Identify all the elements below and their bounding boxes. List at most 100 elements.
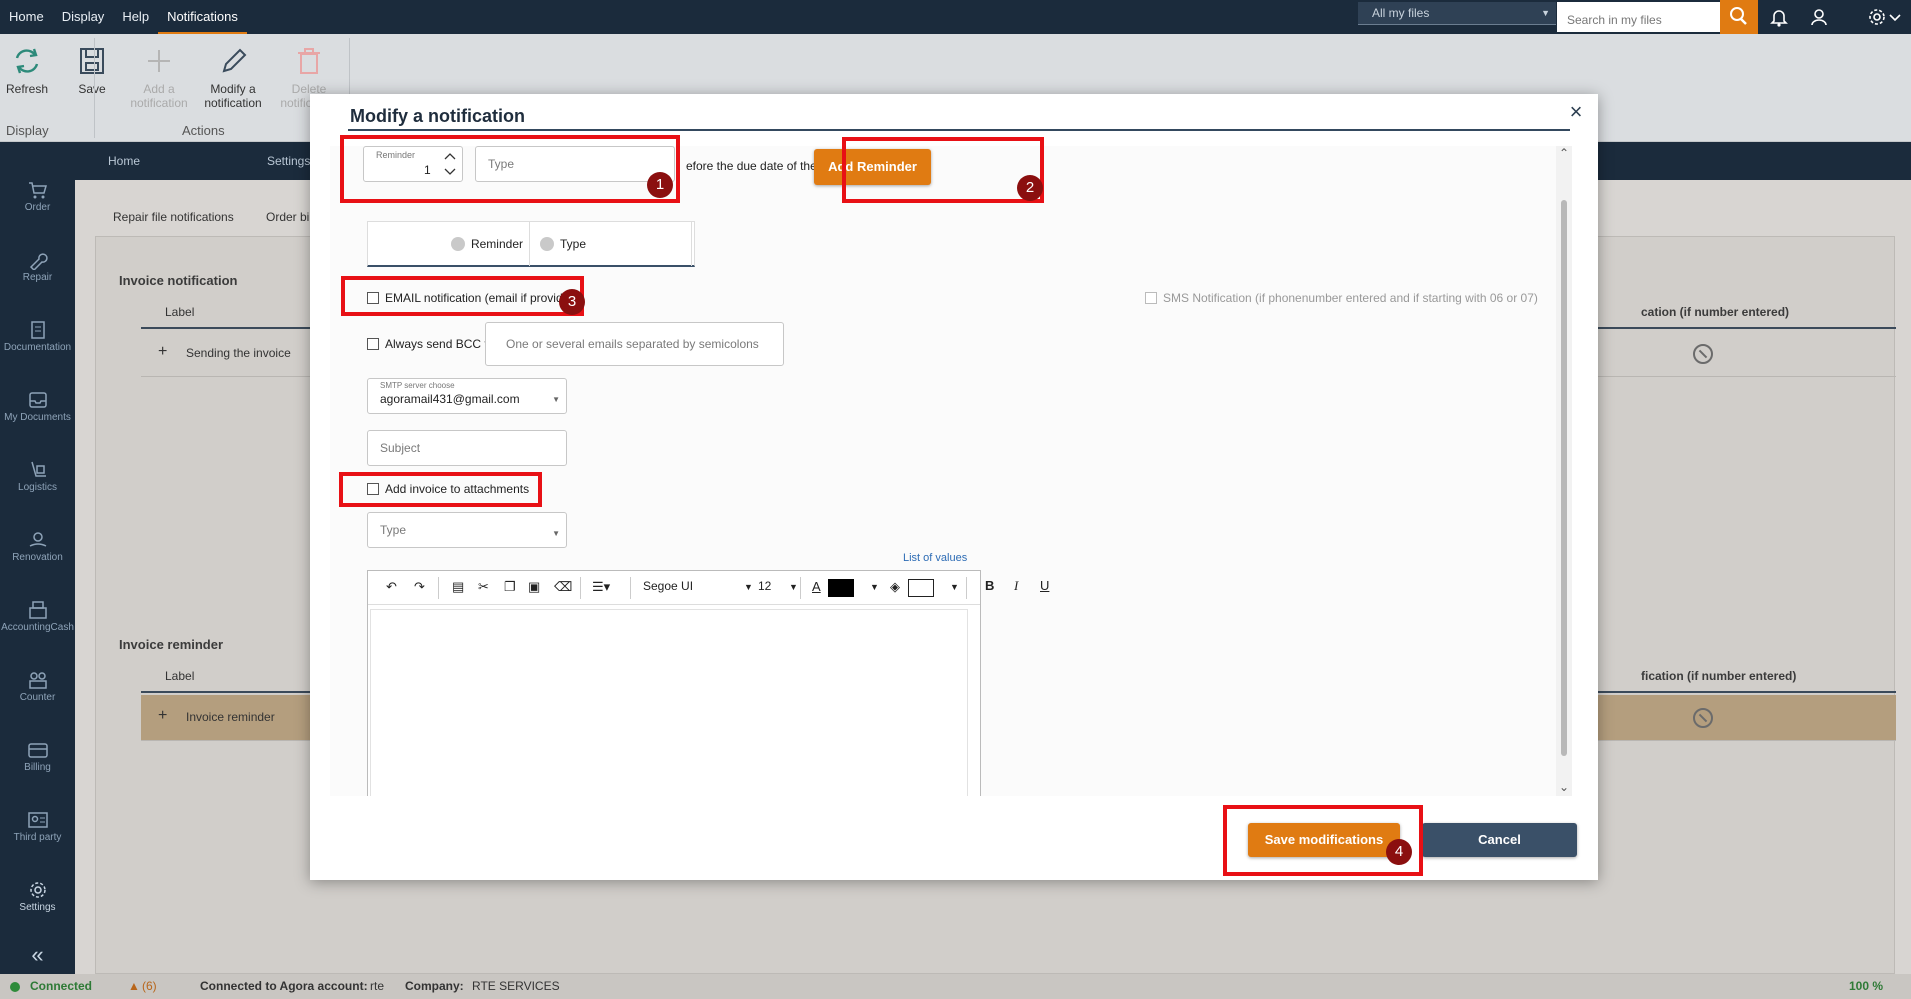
cut-icon[interactable]: ✂ — [478, 579, 489, 595]
menu-notifications[interactable]: Notifications — [158, 0, 247, 34]
tab-order-bi[interactable]: Order bi — [266, 210, 309, 224]
list-of-values-link[interactable]: List of values — [903, 552, 967, 564]
expand-icon[interactable]: + — [158, 707, 167, 725]
edit-icon — [450, 236, 465, 251]
warning-count[interactable]: (6) — [142, 974, 157, 999]
save-button[interactable]: Save — [57, 44, 127, 96]
grid-col-type[interactable]: Type — [530, 222, 692, 266]
menu-home[interactable]: Home — [0, 0, 53, 34]
dialog-body: Reminder 1 Type efore the due date of th… — [330, 146, 1572, 796]
subject-input[interactable]: Subject — [367, 430, 567, 466]
subnav-settings[interactable]: Settings — [267, 142, 310, 180]
highlight-color-swatch[interactable] — [908, 579, 934, 597]
expand-icon[interactable]: + — [158, 343, 167, 361]
modify-notification-label: Modify a notification — [204, 82, 262, 110]
file-filter-select[interactable]: All my files ▼ — [1358, 2, 1556, 25]
sidebar-item-accountingcash[interactable]: AccountingCash — [0, 600, 75, 633]
disabled-icon — [1693, 708, 1713, 728]
sidebar-item-settings[interactable]: Settings — [0, 880, 75, 913]
smtp-server-select[interactable]: SMTP server choose agoramail431@gmail.co… — [367, 378, 567, 414]
user-icon[interactable] — [1808, 6, 1830, 28]
hand-gear-icon — [29, 532, 46, 547]
collapse-sidebar-icon[interactable]: « — [0, 942, 75, 968]
warning-icon[interactable]: ▲ — [128, 974, 140, 999]
type2-placeholder: Type — [380, 523, 407, 537]
close-icon[interactable]: × — [1564, 100, 1588, 124]
chevron-down-icon[interactable]: ▼ — [870, 582, 879, 592]
checkbox-box[interactable] — [1145, 292, 1157, 304]
font-color-swatch[interactable] — [828, 579, 854, 597]
bell-icon[interactable] — [1768, 6, 1790, 28]
sidebar-item-renovation[interactable]: Renovation — [0, 530, 75, 563]
sidebar-item-logistics[interactable]: Logistics — [0, 460, 75, 493]
sidebar-item-documentation[interactable]: Documentation — [0, 320, 75, 353]
status-bar: Connected ▲ (6) Connected to Agora accou… — [0, 974, 1911, 999]
main-menu: Home Display Help Notifications — [0, 0, 247, 34]
menu-display[interactable]: Display — [53, 0, 114, 34]
rich-text-editor: ↶ ↷ ▤ ✂ ❐ ▣ ⌫ ☰▾ Segoe UI ▼ 12 ▼ A ▼ ◈ ▼ — [367, 570, 981, 796]
sms-column-header: cation (if number entered) — [1641, 305, 1790, 319]
chevron-down-icon[interactable]: ▼ — [789, 582, 798, 592]
toolbar-divider — [580, 577, 581, 599]
paste-icon[interactable]: ▣ — [528, 579, 540, 595]
attachment-type-select[interactable]: Type ▼ — [367, 512, 567, 548]
edit-icon — [540, 236, 554, 251]
tab-repair-file-notifications[interactable]: Repair file notifications — [113, 210, 234, 224]
bcc-emails-input[interactable]: One or several emails separated by semic… — [485, 322, 784, 366]
label-column-header: Label — [165, 669, 195, 683]
refresh-button[interactable]: Refresh — [0, 44, 62, 96]
redo-icon[interactable]: ↷ — [414, 579, 425, 595]
highlight-icon[interactable]: ◈ — [890, 579, 900, 595]
chevron-down-icon[interactable] — [1888, 6, 1902, 28]
cancel-button[interactable]: Cancel — [1422, 823, 1577, 857]
select-all-icon[interactable]: ▤ — [452, 579, 464, 595]
always-bcc-checkbox[interactable]: Always send BCC to — [367, 337, 494, 351]
font-color-icon[interactable]: A — [812, 579, 821, 594]
underline-icon[interactable]: U — [1040, 578, 1049, 593]
people-icon — [28, 672, 47, 689]
modify-notification-button[interactable]: Modify a notification — [198, 44, 268, 110]
chevron-down-icon: ▼ — [552, 529, 560, 538]
checkbox-box[interactable] — [367, 338, 379, 350]
scroll-down-icon[interactable]: ⌄ — [1556, 780, 1572, 794]
subnav-home[interactable]: Home — [108, 142, 140, 180]
font-family-select[interactable]: Segoe UI — [643, 579, 693, 593]
menu-help[interactable]: Help — [113, 0, 158, 34]
sidebar-item-my-documents[interactable]: My Documents — [0, 390, 75, 423]
italic-icon[interactable]: I — [1014, 578, 1018, 594]
gear-icon[interactable] — [1866, 6, 1888, 28]
sms-notification-checkbox[interactable]: SMS Notification (if phonenumber entered… — [1145, 291, 1538, 305]
bold-icon[interactable]: B — [985, 578, 994, 593]
invoice-reminder-title: Invoice reminder — [119, 637, 224, 652]
cart-icon — [28, 182, 47, 199]
copy-icon[interactable]: ❐ — [504, 579, 516, 595]
annotation-badge-1: 1 — [647, 172, 673, 198]
connection-status-icon — [10, 982, 20, 992]
scroll-thumb[interactable] — [1561, 200, 1567, 756]
company-label: Company: — [405, 979, 464, 993]
font-size-select[interactable]: 12 — [758, 579, 771, 593]
search-input[interactable]: Search in my files — [1557, 2, 1720, 32]
sidebar-item-counter[interactable]: Counter — [0, 670, 75, 703]
refresh-label: Refresh — [5, 82, 49, 96]
chevron-down-icon[interactable]: ▼ — [744, 582, 753, 592]
search-icon — [1730, 7, 1747, 25]
undo-icon[interactable]: ↶ — [386, 579, 397, 595]
grid-col-reminder[interactable]: Reminder — [368, 222, 530, 266]
line-spacing-icon[interactable]: ☰▾ — [592, 579, 610, 595]
sidebar-item-third-party[interactable]: Third party — [0, 810, 75, 843]
search-button[interactable] — [1720, 0, 1758, 34]
pencil-icon — [222, 48, 247, 73]
sidebar-item-billing[interactable]: Billing — [0, 740, 75, 773]
dialog-scrollbar[interactable]: ⌃ ⌄ — [1556, 146, 1572, 796]
clear-format-icon[interactable]: ⌫ — [554, 579, 572, 595]
refresh-icon — [15, 48, 39, 74]
annotation-badge-3: 3 — [559, 289, 585, 315]
chevron-down-icon[interactable]: ▼ — [950, 582, 959, 592]
scroll-up-icon[interactable]: ⌃ — [1556, 146, 1572, 160]
add-notification-button[interactable]: Add a notification — [124, 44, 194, 110]
editor-content-area[interactable] — [370, 609, 968, 796]
sidebar-item-order[interactable]: Order — [0, 180, 75, 213]
zoom-level[interactable]: 100 % — [1849, 974, 1883, 999]
sidebar-item-repair[interactable]: Repair — [0, 250, 75, 283]
